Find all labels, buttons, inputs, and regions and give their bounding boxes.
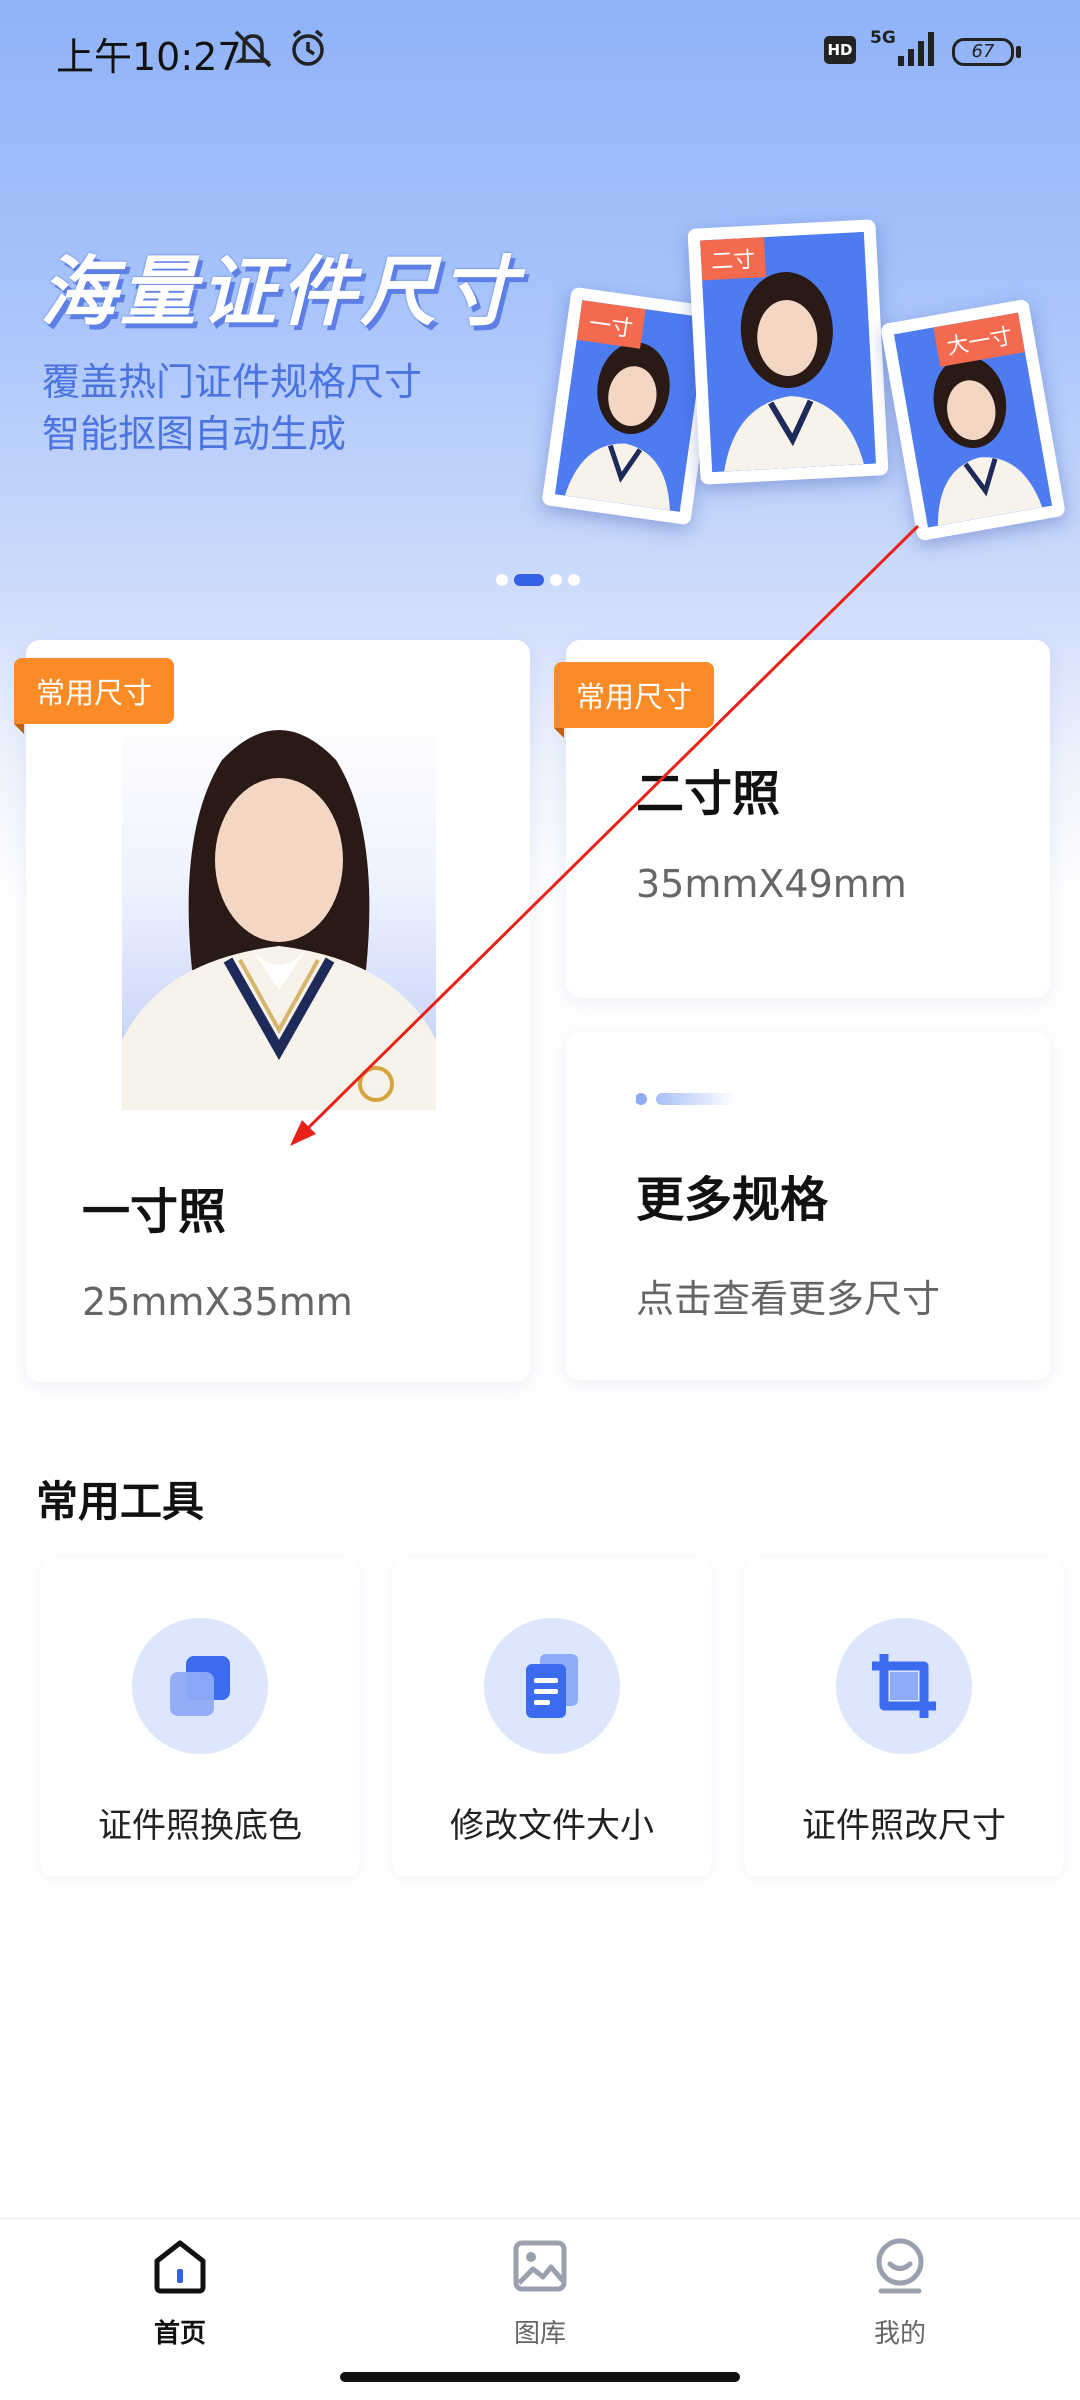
crop-icon	[872, 1654, 936, 1718]
nav-label: 图库	[513, 2319, 566, 2349]
crop-icon-circle	[836, 1618, 972, 1754]
layers-icon	[170, 1656, 230, 1716]
two-inch-card[interactable]: 常用尺寸 二寸照 35mmX49mm	[554, 640, 1050, 998]
banner-photo-large-one-inch: 大一寸	[880, 298, 1066, 542]
profile-icon	[876, 2238, 924, 2294]
one-inch-card[interactable]: 常用尺寸 一寸照 25mmX35mm	[14, 640, 530, 1382]
tools-section-title: 常用工具	[36, 1477, 205, 1526]
layers-icon-circle	[132, 1618, 268, 1754]
decorative-bar	[636, 1093, 736, 1105]
banner-subtitle: 覆盖热门证件规格尺寸 智能抠图自动生成	[42, 356, 422, 460]
tool-label: 证件照改尺寸	[802, 1806, 1006, 1846]
more-sizes-title: 更多规格	[636, 1172, 829, 1228]
signal-icon	[898, 32, 934, 66]
more-sizes-subtitle: 点击查看更多尺寸	[636, 1277, 941, 1321]
mute-icon	[234, 30, 272, 68]
banner-title: 海量证件尺寸	[40, 247, 520, 336]
status-bar: 上午10:27 HD 5G 67	[0, 0, 1080, 100]
tool-change-photo-size[interactable]: 证件照改尺寸	[744, 1558, 1064, 1876]
nav-profile[interactable]: 我的	[800, 2237, 1000, 2350]
tool-change-file-size[interactable]: 修改文件大小	[392, 1558, 712, 1876]
nav-label: 我的	[873, 2319, 926, 2349]
status-time: 上午10:27	[56, 35, 242, 79]
document-icon-circle	[484, 1618, 620, 1754]
photo-tag: 二寸	[700, 237, 767, 281]
document-icon	[526, 1654, 578, 1718]
one-inch-size: 25mmX35mm	[82, 1280, 353, 1324]
two-inch-size: 35mmX49mm	[636, 862, 907, 906]
common-size-badge: 常用尺寸	[554, 662, 715, 738]
more-sizes-card[interactable]: 更多规格 点击查看更多尺寸	[566, 1032, 1050, 1380]
nav-gallery[interactable]: 图库	[440, 2237, 640, 2350]
portrait-photo	[122, 710, 436, 1110]
network-type: 5G	[870, 28, 896, 48]
banner-photo-two-inch: 二寸	[687, 219, 889, 485]
banner-subtitle-line1: 覆盖热门证件规格尺寸	[42, 360, 423, 404]
nav-label: 首页	[153, 2319, 206, 2349]
gallery-icon	[513, 2240, 567, 2292]
battery-icon: 67	[952, 38, 1014, 66]
nav-home[interactable]: 首页	[80, 2237, 280, 2350]
two-inch-title: 二寸照	[636, 766, 781, 822]
home-indicator[interactable]	[340, 2372, 740, 2382]
banner-subtitle-line2: 智能抠图自动生成	[42, 412, 347, 456]
home-icon	[154, 2240, 206, 2294]
carousel-dot	[550, 574, 562, 586]
tool-change-background[interactable]: 证件照换底色	[40, 1558, 360, 1876]
carousel-dot	[568, 574, 580, 586]
tool-label: 证件照换底色	[98, 1806, 302, 1846]
battery-tip	[1016, 46, 1021, 58]
common-size-badge: 常用尺寸	[14, 658, 175, 734]
app-screen: 上午10:27 HD 5G 67 海量证件尺寸 覆盖热门证件规格尺寸 智能抠图自…	[0, 0, 1080, 2400]
alarm-icon	[292, 29, 324, 66]
carousel-dot	[496, 574, 508, 586]
carousel-dot-active	[514, 574, 544, 586]
tool-label: 修改文件大小	[450, 1806, 654, 1846]
hd-badge: HD	[824, 36, 856, 64]
one-inch-title: 一寸照	[82, 1184, 227, 1240]
